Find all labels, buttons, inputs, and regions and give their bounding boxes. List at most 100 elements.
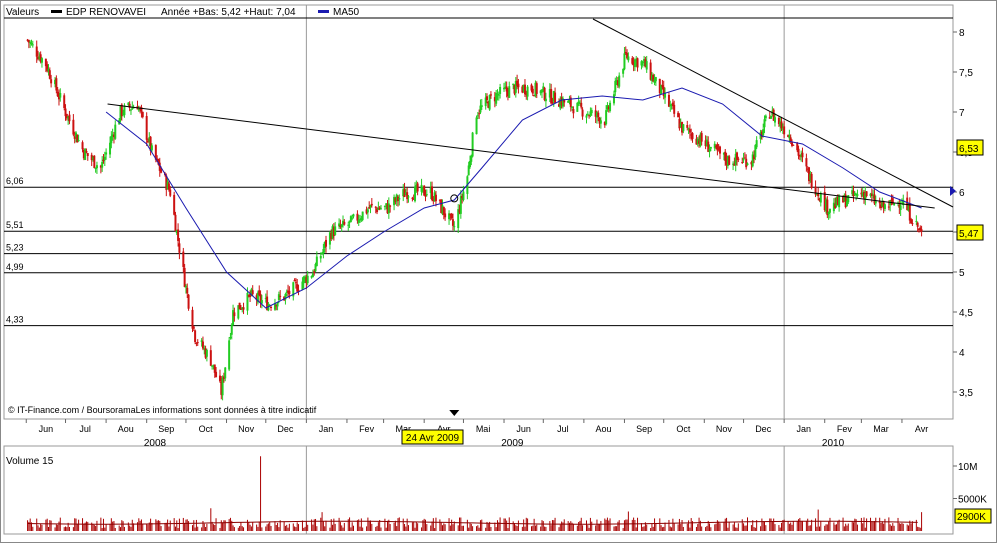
candle-body	[590, 109, 593, 114]
candle	[238, 302, 241, 310]
candle-body	[797, 148, 800, 156]
candle-body	[361, 211, 364, 220]
volume-last-label: 2900K	[957, 512, 986, 523]
instrument-swatch	[51, 10, 62, 13]
candle-body	[356, 213, 359, 221]
candle-body	[416, 183, 419, 192]
candle-body	[85, 151, 88, 153]
candle-body	[224, 367, 227, 379]
candle-body	[277, 294, 280, 300]
x-tick-label: Aou	[118, 424, 134, 434]
candle-body	[370, 203, 373, 206]
candle-body	[801, 152, 804, 158]
x-tick-label: Oct	[676, 424, 691, 434]
x-tick-label: Sep	[636, 424, 652, 434]
price-tag-upper: 6,53	[959, 144, 979, 155]
candle-body	[228, 340, 231, 370]
candle-body	[746, 163, 749, 166]
candle-body	[605, 110, 608, 125]
candle-body	[622, 69, 625, 74]
candle-body	[423, 185, 426, 196]
candle-body	[407, 196, 410, 198]
candle-body	[77, 140, 80, 142]
candle-body	[406, 192, 409, 200]
candle-body	[915, 220, 918, 222]
candle-body	[762, 129, 765, 136]
y-tick-label: 7	[959, 108, 965, 119]
candle-body	[887, 206, 890, 208]
candle-body	[764, 115, 767, 119]
candle-body	[238, 302, 241, 310]
candle-body	[614, 80, 617, 93]
candle-body	[420, 184, 423, 192]
candle-body	[201, 341, 204, 349]
y-tick-label: 4	[959, 348, 965, 359]
candle-body	[682, 124, 685, 132]
candle-body	[434, 194, 437, 202]
candle-body	[311, 273, 314, 278]
candle-body	[471, 132, 474, 157]
ma-swatch	[318, 10, 329, 13]
candle-body	[641, 61, 644, 64]
y-tick-label: 5	[959, 268, 965, 279]
candle-body	[351, 217, 354, 219]
candle-body	[480, 105, 483, 107]
candle-body	[543, 87, 546, 101]
candle-body	[489, 94, 492, 96]
candle-body	[306, 275, 309, 284]
candle-body	[173, 194, 176, 215]
candle-body	[551, 102, 554, 104]
y-tick-label: 3,5	[959, 388, 973, 399]
candle-body	[780, 121, 783, 129]
x-tick-label: Mai	[476, 424, 491, 434]
candle-body	[916, 222, 919, 227]
candle-body	[93, 155, 96, 168]
candle-body	[476, 115, 479, 117]
x-tick-label: Jun	[39, 424, 54, 434]
x-tick-label: Jan	[797, 424, 812, 434]
candle-body	[623, 53, 626, 70]
candle	[194, 329, 197, 345]
candle-body	[911, 223, 914, 225]
candle-body	[68, 114, 71, 122]
candle	[84, 147, 87, 161]
candle-body	[123, 105, 126, 116]
candle-body	[178, 243, 181, 253]
candle-body	[488, 95, 491, 110]
candle-body	[567, 100, 570, 103]
candle-body	[792, 144, 795, 146]
candle-body	[531, 88, 534, 94]
candle-body	[691, 133, 694, 139]
candle-body	[624, 51, 627, 54]
price-panel	[3, 4, 954, 420]
candle-body	[526, 86, 529, 97]
level-label: 5,51	[6, 220, 24, 230]
candle-body	[196, 342, 199, 344]
label-values: Valeurs	[6, 7, 39, 18]
candle-body	[654, 77, 657, 82]
candle	[187, 293, 190, 311]
candle	[361, 211, 364, 222]
candle-body	[847, 195, 850, 203]
candle-body	[728, 156, 731, 165]
level-label: 5,23	[6, 243, 24, 253]
candle-body	[48, 70, 51, 79]
candle-body	[366, 209, 369, 213]
candle-body	[398, 198, 401, 200]
candle-body	[453, 226, 456, 228]
candle-body	[910, 219, 913, 224]
candle-body	[612, 94, 615, 104]
x-tick-label: Oct	[199, 424, 214, 434]
candle-body	[352, 214, 355, 217]
candle-body	[251, 290, 254, 295]
candle-body	[478, 113, 481, 115]
candle-body	[343, 221, 346, 225]
candle-body	[865, 191, 868, 197]
candle-body	[63, 95, 66, 109]
candle-body	[475, 117, 478, 135]
candle-body	[315, 256, 318, 267]
candle-body	[686, 124, 689, 128]
x-tick-label: Jul	[79, 424, 91, 434]
candle-body	[183, 267, 186, 287]
candle-body	[645, 61, 648, 70]
